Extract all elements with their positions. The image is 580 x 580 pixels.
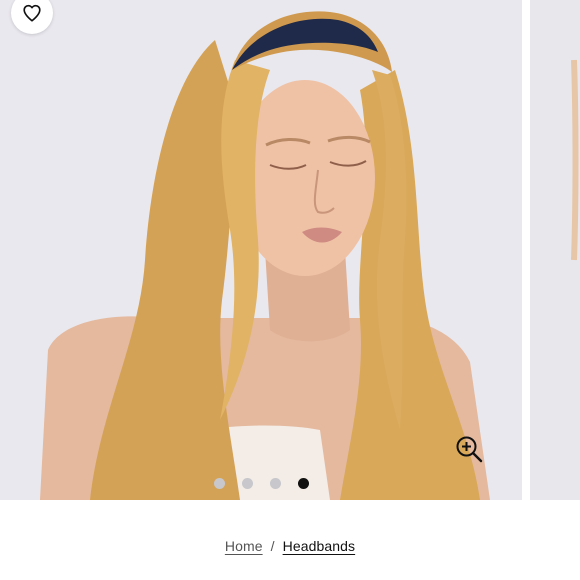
- gallery-dot-2[interactable]: [241, 477, 253, 489]
- product-image-main[interactable]: [0, 0, 522, 500]
- next-photo: [530, 0, 580, 500]
- gallery-pagination: [0, 476, 522, 490]
- zoom-button[interactable]: [452, 432, 486, 466]
- breadcrumb: Home / Headbands: [0, 538, 580, 554]
- breadcrumb-home-link[interactable]: Home: [225, 538, 263, 554]
- product-image-gallery: [0, 0, 580, 500]
- breadcrumb-headbands-link[interactable]: Headbands: [283, 538, 356, 554]
- gallery-dot-1[interactable]: [213, 477, 225, 489]
- product-image-next-preview[interactable]: [530, 0, 580, 500]
- gallery-dot-3[interactable]: [269, 477, 281, 489]
- heart-icon: [23, 4, 41, 22]
- gallery-dot-4-active[interactable]: [297, 477, 309, 489]
- model-photo: [0, 0, 522, 500]
- zoom-in-icon: [456, 436, 483, 463]
- breadcrumb-separator: /: [270, 538, 275, 554]
